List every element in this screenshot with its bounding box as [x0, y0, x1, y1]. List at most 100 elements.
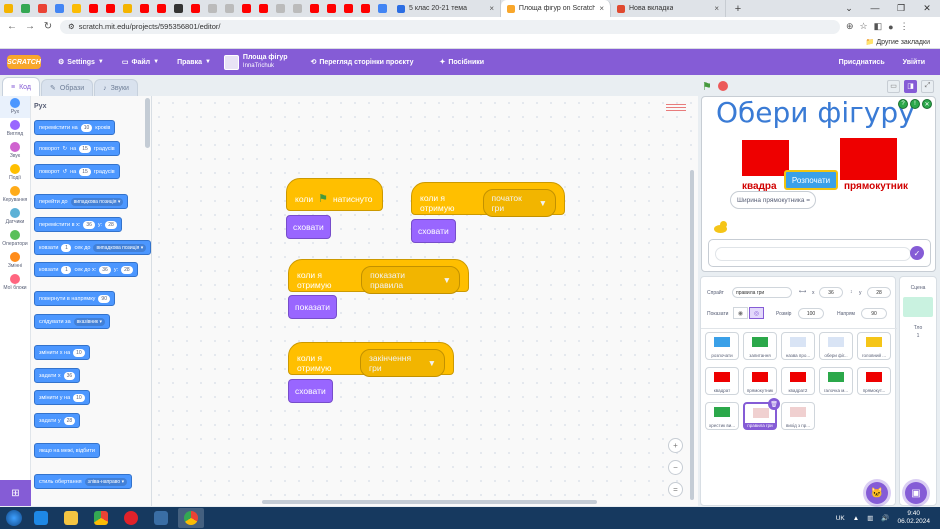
message-dropdown[interactable]: закінчення гри ▼: [360, 348, 445, 377]
pinned-tab[interactable]: [51, 0, 68, 17]
stage-canvas[interactable]: Обери фігуру ? ! ✕ квадра прямокутник Ро…: [701, 96, 936, 272]
sprite-tile[interactable]: прямокутник: [743, 367, 777, 395]
reload-icon[interactable]: ↻: [42, 21, 54, 32]
palette-block[interactable]: ковзати 1 сек до x: 36 y: 28: [34, 262, 138, 277]
zoom-icon[interactable]: ⊕: [846, 21, 854, 32]
taskbar-explorer-icon[interactable]: [58, 508, 84, 528]
bookmark-star-icon[interactable]: ☆: [860, 21, 868, 32]
square-sprite[interactable]: [742, 140, 789, 176]
pinned-tab[interactable]: [374, 0, 391, 17]
menu-icon[interactable]: ⋮: [900, 21, 909, 32]
pinned-tab[interactable]: [102, 0, 119, 17]
choose-sprite-button[interactable]: 🐱: [866, 482, 888, 504]
pinned-tab[interactable]: [85, 0, 102, 17]
pinned-tab[interactable]: [323, 0, 340, 17]
delete-sprite-icon[interactable]: 🗑: [768, 398, 780, 410]
zoom-in-button[interactable]: +: [668, 438, 683, 453]
script-workspace[interactable]: коли ⚑ натиснуто сховати коли я отримую …: [152, 96, 698, 506]
edit-menu[interactable]: Правка ▼: [168, 49, 220, 75]
normal-stage-icon[interactable]: ◨: [904, 79, 917, 93]
category-my-blocks[interactable]: Мої блоки: [0, 272, 30, 294]
workspace-horizontal-scrollbar[interactable]: [262, 500, 597, 504]
sprite-tile[interactable]: назва про...: [781, 332, 815, 360]
close-icon[interactable]: ×: [599, 4, 604, 13]
sprite-tile[interactable]: галочка м...: [819, 367, 853, 395]
network-icon[interactable]: ▥: [867, 514, 873, 522]
pinned-tab[interactable]: [204, 0, 221, 17]
category-events[interactable]: Події: [0, 162, 30, 184]
scratch-logo[interactable]: SCRATCH: [7, 55, 41, 69]
message-dropdown[interactable]: початок гри ▼: [482, 188, 556, 217]
workspace-vertical-scrollbar[interactable]: [690, 170, 694, 500]
hide-eye-icon[interactable]: ◎: [749, 307, 764, 319]
when-i-receive-block[interactable]: коли я отримую закінчення гри ▼: [288, 342, 454, 377]
pinned-tab[interactable]: [0, 0, 17, 17]
hide-block[interactable]: сховати: [288, 379, 333, 403]
taskbar-ie-icon[interactable]: [28, 508, 54, 528]
pinned-tab[interactable]: [357, 0, 374, 17]
see-project-page-button[interactable]: ⟲ Перегляд сторінки проєкту: [301, 49, 422, 75]
palette-scrollbar[interactable]: [145, 98, 150, 148]
url-field[interactable]: ⚙ scratch.mit.edu/projects/595356801/edi…: [60, 19, 840, 34]
back-icon[interactable]: ←: [6, 21, 18, 32]
backdrop-thumbnail[interactable]: [903, 297, 933, 317]
sprite-tile[interactable]: квадрат2: [781, 367, 815, 395]
category-control[interactable]: Керування: [0, 184, 30, 206]
tab-sounds[interactable]: ♪ Звуки: [94, 79, 138, 96]
size-input[interactable]: 100: [798, 308, 824, 319]
green-flag-button[interactable]: ⚑: [702, 80, 712, 93]
hint-icon[interactable]: !: [910, 99, 920, 109]
palette-block[interactable]: стиль обертання зліва-направо ▾: [34, 474, 133, 489]
pinned-tab[interactable]: [272, 0, 289, 17]
taskbar-opera-icon[interactable]: [118, 508, 144, 528]
pinned-tab[interactable]: [238, 0, 255, 17]
hide-block[interactable]: сховати: [411, 219, 456, 243]
hide-block[interactable]: сховати: [286, 215, 331, 239]
pinned-tab[interactable]: [153, 0, 170, 17]
settings-menu[interactable]: ⚙ Settings ▼: [49, 49, 113, 75]
close-icon[interactable]: ×: [489, 4, 494, 13]
clock[interactable]: 9:40 06.02.2024: [897, 510, 930, 526]
pinned-tab[interactable]: [255, 0, 272, 17]
palette-block[interactable]: поворот ↺ на 15 градусів: [34, 164, 120, 179]
fullscreen-icon[interactable]: ⤢: [921, 79, 934, 93]
category-sensing[interactable]: Датчики: [0, 206, 30, 228]
site-info-icon[interactable]: ⚙: [68, 22, 75, 31]
start-button[interactable]: [6, 510, 22, 526]
palette-block[interactable]: задати x 36: [34, 368, 81, 383]
sprite-name-input[interactable]: правила гри: [732, 287, 792, 298]
new-tab-button[interactable]: +: [730, 1, 746, 17]
category-operators[interactable]: Оператори: [0, 228, 30, 250]
close-icon[interactable]: ×: [714, 4, 719, 13]
palette-block[interactable]: ковзати 1 сек до випадкова позиція ▾: [34, 240, 151, 255]
tray-up-icon[interactable]: ▲: [853, 515, 859, 522]
x-input[interactable]: 36: [819, 287, 843, 298]
show-eye-icon[interactable]: ◉: [733, 307, 748, 319]
palette-block[interactable]: перемістити в x: 36 y: 28: [34, 217, 122, 232]
profile-icon[interactable]: ●: [888, 22, 893, 32]
palette-block[interactable]: повернути в напрямку 90: [34, 291, 115, 306]
taskbar-chrome-icon[interactable]: [88, 508, 114, 528]
tutorials-button[interactable]: ✦ Посібники: [430, 49, 493, 75]
pinned-tab[interactable]: [306, 0, 323, 17]
palette-block[interactable]: поворот ↻ на 15 градусів: [34, 141, 120, 156]
pinned-tab[interactable]: [289, 0, 306, 17]
sprite-tile[interactable]: розпочати: [705, 332, 739, 360]
palette-block[interactable]: змінити y на 10: [34, 390, 90, 405]
choose-backdrop-button[interactable]: ▣: [905, 482, 927, 504]
pinned-tab[interactable]: [221, 0, 238, 17]
duck-sprite[interactable]: [710, 221, 728, 235]
category-looks[interactable]: Вигляд: [0, 118, 30, 140]
maximize-icon[interactable]: ❐: [888, 3, 914, 14]
forward-icon[interactable]: →: [24, 21, 36, 32]
signin-button[interactable]: Увійти: [894, 49, 934, 75]
palette-block[interactable]: перейти до випадкова позиція ▾: [34, 194, 129, 209]
palette-block[interactable]: задати y 28: [34, 413, 81, 428]
volume-icon[interactable]: 🔊: [881, 514, 889, 522]
direction-input[interactable]: 90: [861, 308, 887, 319]
pinned-tab[interactable]: [340, 0, 357, 17]
zoom-out-button[interactable]: −: [668, 460, 683, 475]
sprite-tile[interactable]: квадрат: [705, 367, 739, 395]
rectangle-sprite[interactable]: [840, 138, 897, 180]
tab-code[interactable]: ≡ Код: [2, 77, 40, 96]
